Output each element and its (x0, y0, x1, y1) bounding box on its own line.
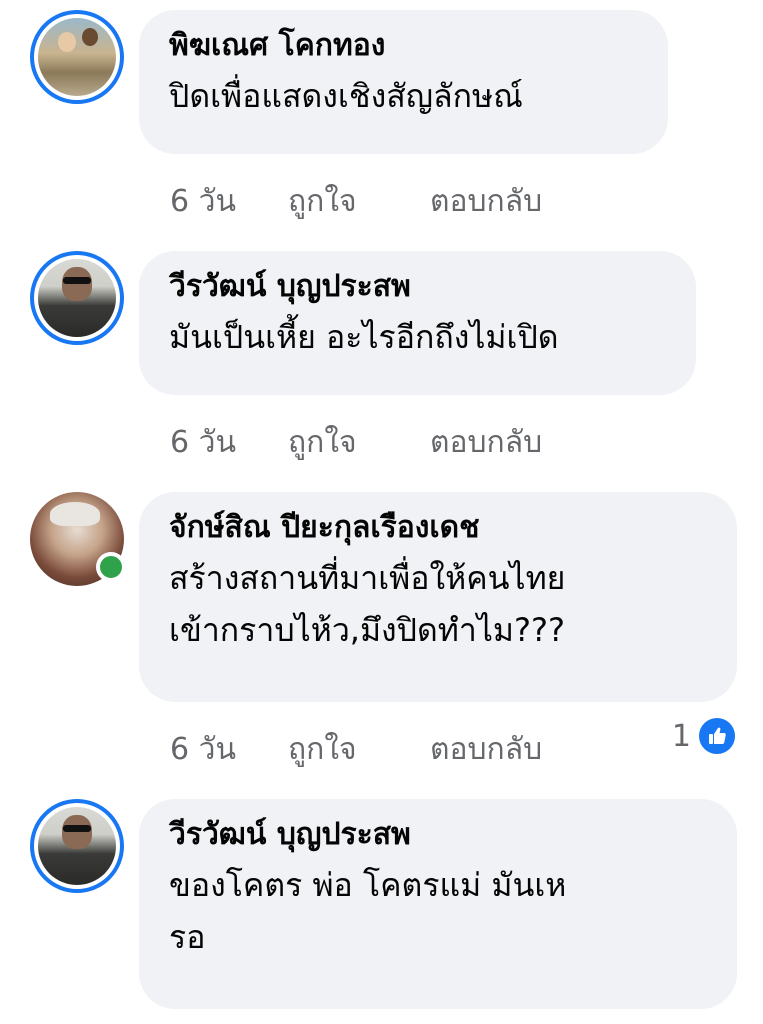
reaction-summary[interactable]: 1 (672, 716, 737, 756)
comment-text-line-2: เข้ากราบไห้ว,มึงปิดทำไม??? (169, 611, 565, 649)
comment-bubble: พิฆเณศ โคกทอง ปิดเพื่อแสดงเชิงสัญลักษณ์ (139, 10, 668, 154)
comment-actions: 6 วัน ถูกใจ ตอบกลับ (170, 726, 542, 773)
avatar[interactable] (30, 492, 126, 586)
like-link[interactable]: ถูกใจ (288, 726, 430, 773)
comment-bubble: วีรวัฒน์ บุญประสพ มันเป็นเหี้ย อะไรอีกถึ… (139, 251, 696, 395)
comment-author[interactable]: พิฆเณศ โคกทอง (169, 24, 638, 68)
like-link[interactable]: ถูกใจ (288, 178, 430, 225)
reply-link[interactable]: ตอบกลับ (430, 419, 542, 466)
reply-link[interactable]: ตอบกลับ (430, 726, 542, 773)
comment-text: ปิดเพื่อแสดงเชิงสัญลักษณ์ (169, 77, 523, 115)
comment-text: มันเป็นเหี้ย อะไรอีกถึงไม่เปิด (169, 318, 559, 356)
comment-actions: 6 วัน ถูกใจ ตอบกลับ (170, 178, 542, 225)
reply-link[interactable]: ตอบกลับ (430, 178, 542, 225)
comment-text-line-2: รอ (169, 918, 206, 956)
comment-timestamp[interactable]: 6 วัน (170, 726, 288, 773)
comment-author[interactable]: จักษ์สิณ ปียะกุลเรืองเดช (169, 506, 707, 550)
comment-timestamp[interactable]: 6 วัน (170, 178, 288, 225)
avatar-photo (38, 259, 116, 337)
reaction-count: 1 (671, 718, 691, 754)
comment-author[interactable]: วีรวัฒน์ บุญประสพ (169, 265, 666, 309)
comment-text-line-1: ของโคตร พ่อ โคตรแม่ มันเห (169, 866, 567, 904)
comment-actions: 6 วัน ถูกใจ ตอบกลับ (170, 419, 542, 466)
like-link[interactable]: ถูกใจ (288, 419, 430, 466)
comment-bubble: วีรวัฒน์ บุญประสพ ของโคตร พ่อ โคตรแม่ มั… (139, 799, 737, 1009)
avatar-photo (38, 18, 116, 96)
like-thumb-glyph (709, 727, 726, 744)
avatar-photo (38, 807, 116, 885)
comment-author[interactable]: วีรวัฒน์ บุญประสพ (169, 813, 707, 857)
comment-text-line-1: สร้างสถานที่มาเพื่อให้คนไทย (169, 559, 566, 597)
comment-bubble: จักษ์สิณ ปียะกุลเรืองเดช สร้างสถานที่มาเ… (139, 492, 737, 702)
like-thumb-icon (697, 716, 737, 756)
avatar[interactable] (30, 799, 124, 893)
avatar[interactable] (30, 10, 124, 104)
avatar[interactable] (30, 251, 124, 345)
comment-timestamp[interactable]: 6 วัน (170, 419, 288, 466)
online-status-icon (96, 552, 126, 582)
